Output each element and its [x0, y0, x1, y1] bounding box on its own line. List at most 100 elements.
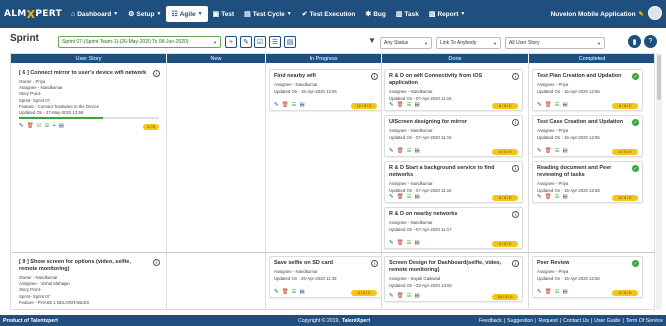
app-logo[interactable]: ALM X PERT: [0, 0, 62, 28]
document-icon[interactable]: ▤: [300, 289, 305, 295]
document-icon[interactable]: ▤: [563, 102, 568, 108]
scrollbar-thumb[interactable]: [657, 55, 661, 100]
edit-icon[interactable]: ✎: [537, 289, 542, 295]
task-card[interactable]: Peer Review ✓ Assignee - Priya Updated On -…: [532, 256, 643, 298]
nav-item-test-cycle[interactable]: ▤ Test Cycle ▼: [239, 6, 297, 22]
plus-icon[interactable]: +: [52, 123, 55, 129]
info-icon[interactable]: i: [153, 70, 160, 77]
list-icon[interactable]: ☰: [407, 240, 412, 246]
list-button[interactable]: ☰: [269, 36, 281, 48]
edit-icon[interactable]: ✎: [274, 102, 279, 108]
check-button[interactable]: ☑: [254, 36, 266, 48]
delete-icon[interactable]: 🗑: [397, 148, 404, 154]
edit-icon[interactable]: ✎: [537, 194, 542, 200]
footer-link-user-guide[interactable]: User Guide: [594, 318, 620, 324]
add-button[interactable]: +: [225, 36, 237, 48]
document-icon[interactable]: ▤: [415, 102, 420, 108]
info-icon[interactable]: i: [512, 260, 519, 267]
chart-button[interactable]: ▮: [628, 35, 641, 48]
info-icon[interactable]: i: [371, 260, 378, 267]
nav-item-task[interactable]: ▥ Task: [391, 6, 424, 22]
delete-icon[interactable]: 🗑: [397, 293, 404, 299]
document-icon[interactable]: ▤: [415, 240, 420, 246]
nav-item-bug[interactable]: ✱ Bug: [360, 6, 391, 22]
footer-link-request[interactable]: Request: [538, 318, 557, 324]
delete-icon[interactable]: 🗑: [397, 102, 404, 108]
document-icon[interactable]: ▤: [415, 293, 420, 299]
link-select[interactable]: Link To Anybody ▼: [436, 37, 501, 49]
edit-icon[interactable]: ✎: [389, 293, 394, 299]
list-icon[interactable]: ☰: [407, 148, 412, 154]
info-icon[interactable]: i: [153, 259, 160, 266]
list-icon[interactable]: ☰: [45, 123, 50, 129]
document-button[interactable]: ▤: [284, 36, 296, 48]
nav-item-setup[interactable]: ⚙ Setup ▼: [123, 6, 166, 22]
footer-link-suggestion[interactable]: Suggestion: [507, 318, 533, 324]
nav-item-agile[interactable]: ☷ Agile ▼: [166, 6, 208, 22]
delete-icon[interactable]: 🗑: [397, 240, 404, 246]
delete-icon[interactable]: 🗑: [282, 289, 289, 295]
pencil-icon[interactable]: ✎: [639, 10, 644, 18]
status-select[interactable]: Any Status ▼: [380, 37, 432, 49]
task-card[interactable]: Save selfie on SD card i Assignee - Nandku…: [269, 256, 382, 298]
list-icon[interactable]: ☰: [292, 289, 297, 295]
sprint-select[interactable]: Sprint 07-(Sprint Team-1)-(26-May-2020 T…: [58, 36, 221, 48]
edit-icon[interactable]: ✎: [537, 148, 542, 154]
task-card[interactable]: Test Plan Creation and Updation ✓ Assignee…: [532, 69, 643, 111]
checkbox-icon[interactable]: ☑: [37, 123, 42, 129]
document-icon[interactable]: ▤: [563, 289, 568, 295]
delete-icon[interactable]: 🗑: [282, 102, 289, 108]
list-icon[interactable]: ☰: [555, 148, 560, 154]
list-icon[interactable]: ☰: [555, 289, 560, 295]
list-icon[interactable]: ☰: [407, 102, 412, 108]
list-icon[interactable]: ☰: [555, 102, 560, 108]
footer-link-contact-us[interactable]: Contact Us: [563, 318, 589, 324]
edit-icon[interactable]: ✎: [389, 102, 394, 108]
filter-icon[interactable]: ▼: [368, 36, 376, 45]
footer-link-feedback[interactable]: Feedback: [479, 318, 502, 324]
edit-button[interactable]: ✎: [240, 36, 252, 48]
task-card[interactable]: Find nearby wifi i Assignee - Nandkumar Upd…: [269, 69, 382, 111]
list-icon[interactable]: ☰: [555, 194, 560, 200]
delete-icon[interactable]: 🗑: [545, 289, 552, 295]
task-card[interactable]: R & D on wifi Connectivity from iOS appl…: [384, 69, 523, 111]
nav-item-dashboard[interactable]: ⌂ Dashboard ▼: [66, 6, 123, 22]
edit-icon[interactable]: ✎: [19, 123, 24, 129]
footer-link-term-of-service[interactable]: Term Of Service: [626, 318, 663, 324]
edit-icon[interactable]: ✎: [389, 148, 394, 154]
delete-icon[interactable]: 🗑: [545, 194, 552, 200]
document-icon[interactable]: ▤: [59, 123, 64, 129]
nav-item-test[interactable]: ▣ Test: [208, 6, 240, 22]
story-card[interactable]: [ 9 ] Show screen for options (video, se…: [15, 256, 163, 309]
edit-icon[interactable]: ✎: [537, 102, 542, 108]
task-card[interactable]: Screen Design for Dashboard(selfie, vide…: [384, 256, 523, 302]
edit-icon[interactable]: ✎: [274, 289, 279, 295]
task-card[interactable]: Reading document and Peer reviewing of t…: [532, 161, 643, 203]
list-icon[interactable]: ☰: [407, 194, 412, 200]
story-card[interactable]: [ 6 ] Connect mirror to user's device wi…: [15, 67, 163, 142]
document-icon[interactable]: ▤: [300, 102, 305, 108]
delete-icon[interactable]: 🗑: [397, 194, 404, 200]
edit-icon[interactable]: ✎: [389, 194, 394, 200]
task-card[interactable]: Test Case Creation and Updation ✓ Assignee…: [532, 115, 643, 157]
delete-icon[interactable]: 🗑: [545, 148, 552, 154]
nav-item-report[interactable]: ▧ Report ▼: [424, 6, 471, 22]
document-icon[interactable]: ▤: [415, 148, 420, 154]
info-icon[interactable]: i: [512, 119, 519, 126]
user-story-select[interactable]: All User Story ▼: [505, 37, 605, 49]
info-icon[interactable]: i: [512, 165, 519, 172]
board-scrollbar[interactable]: [656, 53, 662, 310]
info-icon[interactable]: i: [371, 73, 378, 80]
info-icon[interactable]: i: [512, 211, 519, 218]
task-card[interactable]: R & D Start a background service to find…: [384, 161, 523, 203]
user-menu[interactable]: Nuvelon Mobile Application ✎: [551, 0, 644, 28]
delete-icon[interactable]: 🗑: [27, 123, 34, 129]
task-card[interactable]: UIScreen designing for mirror i Assignee -…: [384, 115, 523, 157]
delete-icon[interactable]: 🗑: [545, 102, 552, 108]
task-card[interactable]: R & D on nearby networks i Assignee - Nand…: [384, 207, 523, 249]
help-button[interactable]: ?: [644, 35, 657, 48]
document-icon[interactable]: ▤: [563, 148, 568, 154]
avatar[interactable]: [648, 6, 662, 20]
document-icon[interactable]: ▤: [563, 194, 568, 200]
edit-icon[interactable]: ✎: [389, 240, 394, 246]
